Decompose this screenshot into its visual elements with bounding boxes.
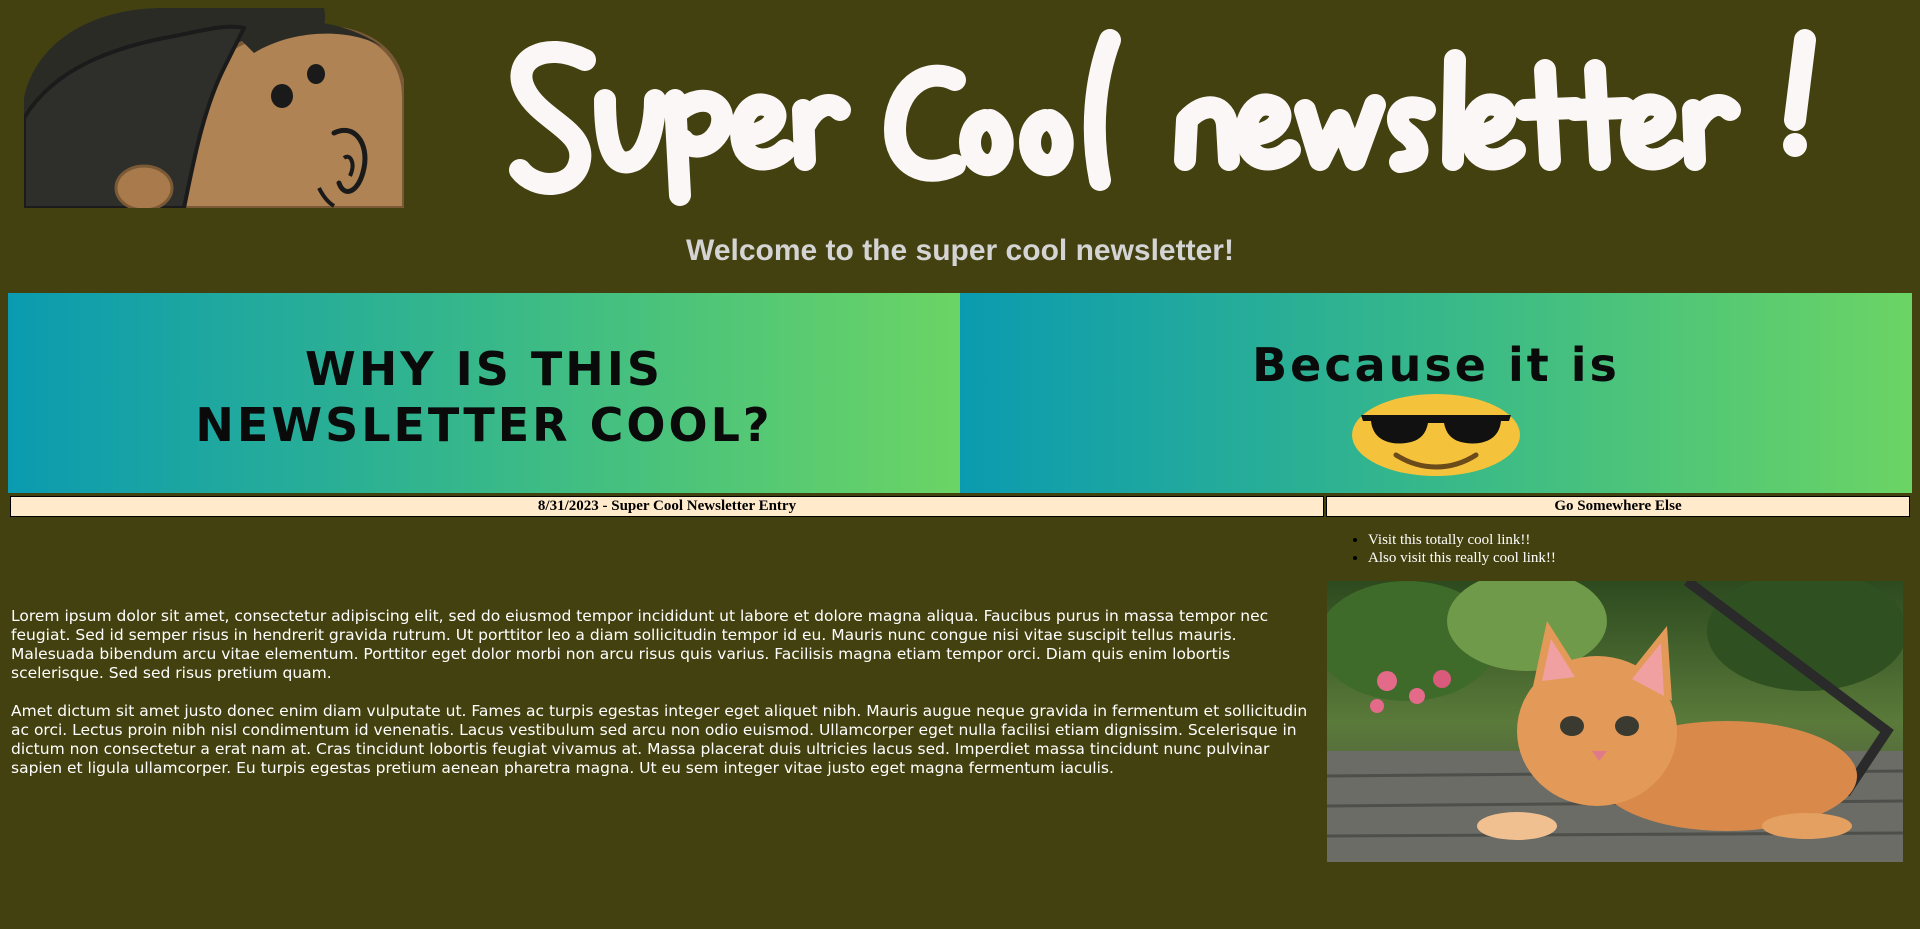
entry-paragraph: Lorem ipsum dolor sit amet, consectetur …: [11, 607, 1269, 682]
sidebar: Visit this totally cool link!! Also visi…: [1317, 519, 1910, 862]
sidebar-header: Go Somewhere Else: [1326, 496, 1910, 517]
avatar: [24, 8, 404, 208]
sunglasses-emoji-icon: [1351, 393, 1521, 477]
banner-because: Because it is: [960, 293, 1912, 493]
newsletter-table: 8/31/2023 - Super Cool Newsletter Entry …: [8, 494, 1912, 864]
handwritten-title-art: [505, 20, 1865, 210]
entry-header: 8/31/2023 - Super Cool Newsletter Entry: [10, 496, 1324, 517]
link-item-really-cool[interactable]: Also visit this really cool link!!: [1368, 549, 1910, 567]
entry-paragraph: Amet dictum sit amet justo donec enim di…: [11, 702, 1308, 777]
welcome-heading: Welcome to the super cool newsletter!: [686, 234, 1234, 267]
banner-left-line1: WHY IS THIS: [305, 342, 663, 396]
link-item-totally-cool[interactable]: Visit this totally cool link!!: [1368, 531, 1910, 549]
entry-body: Lorem ipsum dolor sit amet, consectetur …: [10, 519, 1324, 862]
banner-left-line2: NEWSLETTER COOL?: [195, 398, 773, 452]
link-list: Visit this totally cool link!! Also visi…: [1326, 531, 1910, 567]
page-header: Welcome to the super cool newsletter!: [0, 0, 1920, 267]
banner-why-cool: WHY IS THIS NEWSLETTER COOL?: [8, 293, 960, 493]
kitten-photo: [1317, 571, 1907, 862]
banner-right-line1: Because it is: [1252, 338, 1620, 392]
